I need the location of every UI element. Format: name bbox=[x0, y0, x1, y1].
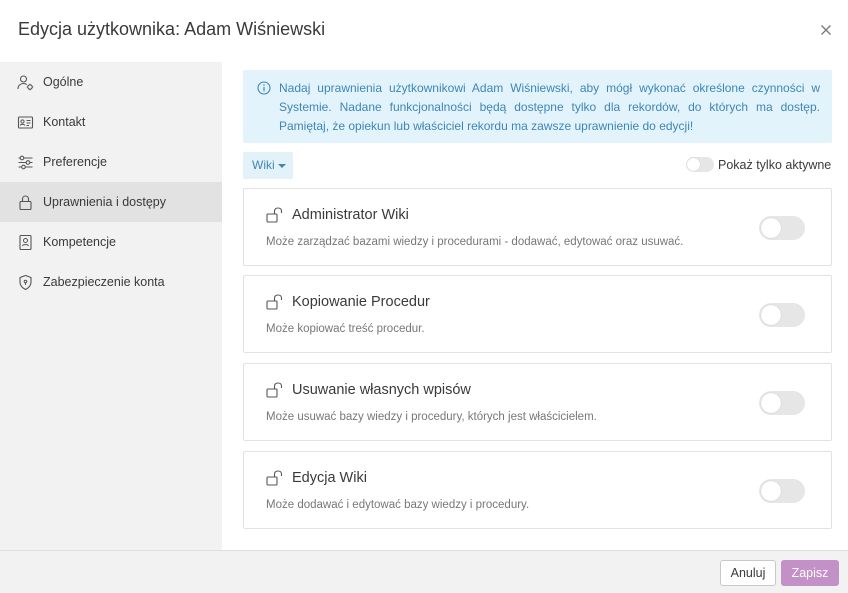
permission-toggle[interactable] bbox=[759, 391, 805, 415]
id-card-icon bbox=[17, 115, 34, 129]
permission-title: Usuwanie własnych wpisów bbox=[292, 382, 471, 398]
toggle-knob bbox=[761, 305, 781, 325]
lock-icon bbox=[19, 194, 32, 210]
permission-toggle[interactable] bbox=[759, 216, 805, 240]
sliders-icon bbox=[18, 155, 33, 169]
user-gear-icon bbox=[17, 74, 34, 90]
sidebar-item-uprawnienia[interactable]: Uprawnienia i dostępy bbox=[0, 182, 222, 222]
module-filter-dropdown[interactable]: Wiki bbox=[243, 152, 293, 179]
sidebar-item-preferencje[interactable]: Preferencje bbox=[0, 142, 222, 182]
permission-title: Administrator Wiki bbox=[292, 207, 409, 223]
dialog-footer: Anuluj Zapisz bbox=[0, 550, 848, 593]
shield-icon bbox=[19, 274, 32, 290]
caret-down-icon bbox=[278, 164, 286, 168]
close-icon[interactable] bbox=[816, 20, 836, 40]
sidebar-item-label: Kompetencje bbox=[43, 235, 116, 249]
dialog-header: Edycja użytkownika: Adam Wiśniewski bbox=[0, 0, 848, 62]
info-icon bbox=[257, 81, 271, 95]
sidebar-item-kontakt[interactable]: Kontakt bbox=[0, 102, 222, 142]
unlock-icon bbox=[266, 207, 283, 223]
sidebar-item-label: Ogólne bbox=[43, 75, 84, 89]
permission-toggle[interactable] bbox=[759, 303, 805, 327]
cancel-button[interactable]: Anuluj bbox=[720, 560, 776, 586]
sidebar-item-label: Uprawnienia i dostępy bbox=[43, 195, 166, 209]
sidebar: Ogólne Kontakt Preferencje Uprawnienia i… bbox=[0, 62, 222, 550]
permission-description: Może zarządzać bazami wiedzy i procedura… bbox=[266, 236, 684, 248]
badge-icon bbox=[19, 234, 32, 250]
toggle-knob bbox=[687, 158, 700, 171]
permission-description: Może dodawać i edytować bazy wiedzy i pr… bbox=[266, 499, 530, 511]
module-filter-value: Wiki bbox=[252, 158, 275, 172]
permission-description: Może usuwać bazy wiedzy i procedury, któ… bbox=[266, 411, 597, 423]
permission-title: Kopiowanie Procedur bbox=[292, 294, 430, 310]
info-text: Nadaj uprawnienia użytkownikowi Adam Wiś… bbox=[279, 81, 820, 133]
show-active-only-toggle[interactable] bbox=[686, 157, 714, 172]
sidebar-item-kompetencje[interactable]: Kompetencje bbox=[0, 222, 222, 262]
unlock-icon bbox=[266, 382, 283, 398]
permission-toggle[interactable] bbox=[759, 479, 805, 503]
sidebar-item-label: Preferencje bbox=[43, 155, 107, 169]
permission-card: Administrator Wiki Może zarządzać bazami… bbox=[243, 188, 832, 266]
toggle-knob bbox=[761, 218, 781, 238]
info-box: Nadaj uprawnienia użytkownikowi Adam Wiś… bbox=[243, 70, 832, 143]
permission-description: Może kopiować treść procedur. bbox=[266, 323, 425, 335]
unlock-icon bbox=[266, 470, 283, 486]
sidebar-item-label: Zabezpieczenie konta bbox=[43, 275, 165, 289]
toggle-knob bbox=[761, 481, 781, 501]
sidebar-item-label: Kontakt bbox=[43, 115, 86, 129]
show-active-only-label: Pokaż tylko aktywne bbox=[718, 158, 832, 172]
sidebar-item-ogolne[interactable]: Ogólne bbox=[0, 62, 222, 102]
save-button[interactable]: Zapisz bbox=[781, 560, 839, 586]
permission-card: Kopiowanie Procedur Może kopiować treść … bbox=[243, 275, 832, 353]
sidebar-item-zabezpieczenie[interactable]: Zabezpieczenie konta bbox=[0, 262, 222, 302]
unlock-icon bbox=[266, 294, 283, 310]
permission-card: Edycja Wiki Może dodawać i edytować bazy… bbox=[243, 451, 832, 529]
permission-title: Edycja Wiki bbox=[292, 470, 367, 486]
permission-card: Usuwanie własnych wpisów Może usuwać baz… bbox=[243, 363, 832, 441]
toggle-knob bbox=[761, 393, 781, 413]
dialog-title: Edycja użytkownika: Adam Wiśniewski bbox=[18, 19, 326, 39]
